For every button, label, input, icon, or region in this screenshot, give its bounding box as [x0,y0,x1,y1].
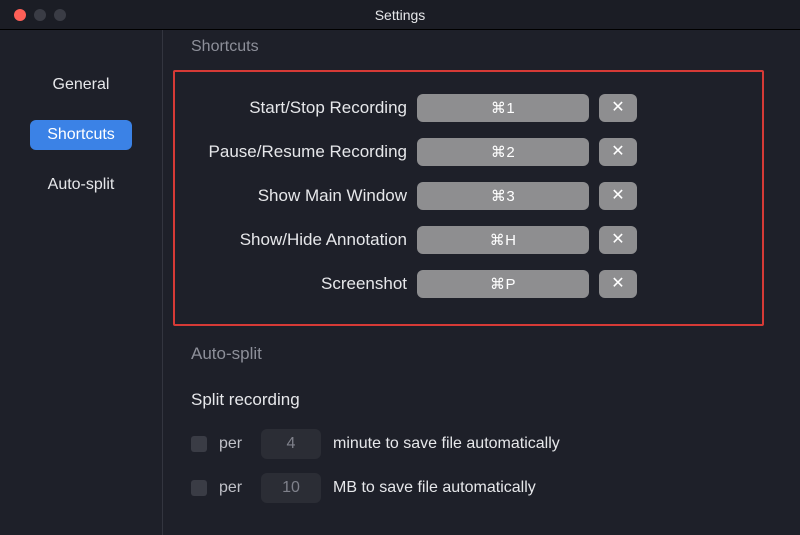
autosplit-minute-input[interactable]: 4 [261,429,321,459]
per-label: per [219,435,249,453]
zoom-window-button[interactable] [54,9,66,21]
autosplit-mb-input[interactable]: 10 [261,473,321,503]
shortcut-row: Pause/Resume Recording ⌘2 ✕ [193,130,744,174]
close-window-button[interactable] [14,9,26,21]
sidebar: General Shortcuts Auto-split [0,30,162,535]
shortcut-row: Show Main Window ⌘3 ✕ [193,174,744,218]
shortcut-key-input[interactable]: ⌘H [417,226,589,254]
sidebar-item-autosplit[interactable]: Auto-split [30,170,132,200]
autosplit-minute-suffix: minute to save file automatically [333,435,560,453]
shortcuts-highlight-box: Start/Stop Recording ⌘1 ✕ Pause/Resume R… [173,70,764,326]
autosplit-mb-checkbox[interactable] [191,480,207,496]
autosplit-minute-checkbox[interactable] [191,436,207,452]
close-icon: ✕ [611,144,624,160]
sidebar-item-shortcuts[interactable]: Shortcuts [30,120,132,150]
shortcut-label: Start/Stop Recording [193,98,407,118]
titlebar: Settings [0,0,800,30]
section-heading-shortcuts: Shortcuts [191,38,770,56]
sidebar-item-label: General [53,76,110,93]
section-heading-autosplit: Auto-split [191,344,770,364]
shortcut-clear-button[interactable]: ✕ [599,94,637,122]
shortcut-label: Show Main Window [193,186,407,206]
shortcut-label: Screenshot [193,274,407,294]
shortcut-clear-button[interactable]: ✕ [599,270,637,298]
sidebar-item-general[interactable]: General [30,70,132,100]
autosplit-row: per 10 MB to save file automatically [191,466,770,510]
shortcut-row: Screenshot ⌘P ✕ [193,262,744,306]
close-icon: ✕ [611,276,624,292]
shortcut-clear-button[interactable]: ✕ [599,138,637,166]
window-title: Settings [0,7,800,23]
autosplit-subheading: Split recording [191,390,770,410]
shortcut-row: Show/Hide Annotation ⌘H ✕ [193,218,744,262]
shortcut-key-input[interactable]: ⌘1 [417,94,589,122]
settings-panel: Shortcuts Start/Stop Recording ⌘1 ✕ Paus… [162,30,800,535]
window-controls [14,9,66,21]
sidebar-item-label: Auto-split [48,176,115,193]
close-icon: ✕ [611,232,624,248]
shortcut-key-input[interactable]: ⌘2 [417,138,589,166]
autosplit-mb-suffix: MB to save file automatically [333,479,536,497]
autosplit-row: per 4 minute to save file automatically [191,422,770,466]
shortcut-key-input[interactable]: ⌘P [417,270,589,298]
shortcut-key-input[interactable]: ⌘3 [417,182,589,210]
shortcut-clear-button[interactable]: ✕ [599,182,637,210]
shortcut-label: Show/Hide Annotation [193,230,407,250]
shortcut-clear-button[interactable]: ✕ [599,226,637,254]
close-icon: ✕ [611,100,624,116]
shortcut-row: Start/Stop Recording ⌘1 ✕ [193,86,744,130]
minimize-window-button[interactable] [34,9,46,21]
close-icon: ✕ [611,188,624,204]
sidebar-item-label: Shortcuts [47,126,115,143]
per-label: per [219,479,249,497]
shortcut-label: Pause/Resume Recording [193,142,407,162]
